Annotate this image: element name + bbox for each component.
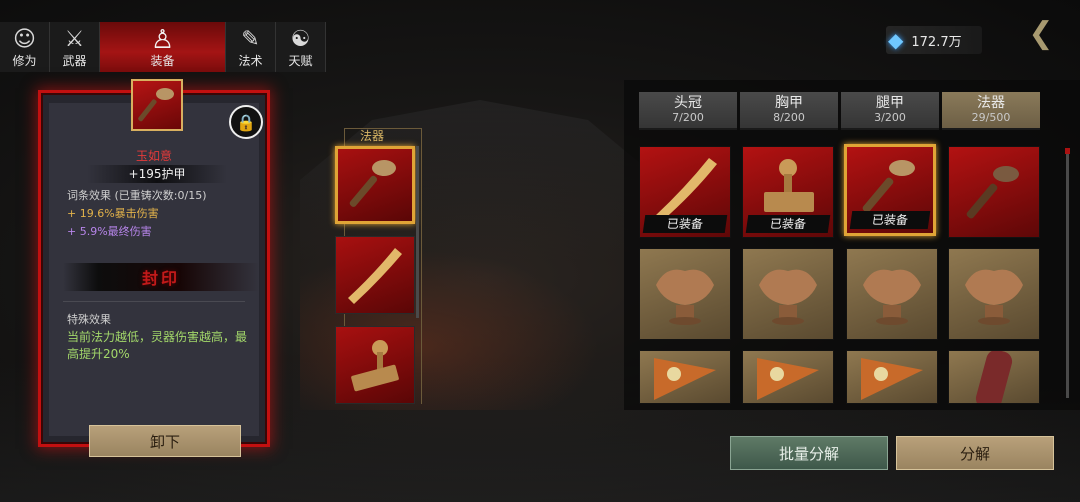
talisman-blade-icon — [975, 351, 1013, 403]
inventory-item-ruyi[interactable] — [948, 146, 1040, 238]
affix-final-damage: + 5.9%最终伤害 — [67, 225, 152, 238]
scrollbar-thumb[interactable] — [1065, 148, 1070, 154]
bagua-flag-icon — [861, 358, 923, 400]
category-tab-chest[interactable]: 胸甲 8/200 — [740, 92, 838, 130]
currency-amount: 172.7万 — [911, 34, 962, 50]
category-name: 腿甲 — [876, 95, 904, 111]
robe-icon: ♙ — [150, 25, 175, 55]
tab-label: 武器 — [62, 54, 87, 68]
lotus-censer-icon — [656, 269, 714, 325]
lock-icon: 🔒 — [236, 112, 256, 132]
taiji-icon: ☯ — [290, 27, 311, 52]
tab-label: 修为 — [12, 54, 37, 68]
tab-label: 天赋 — [288, 54, 313, 68]
inventory-item-ruler[interactable]: 已装备 — [639, 146, 731, 238]
scroll-icon: ✎ — [241, 27, 260, 52]
ruyi-scepter-icon — [966, 166, 1019, 219]
equipped-slot-seal[interactable] — [335, 326, 415, 404]
category-count: 7/200 — [672, 111, 704, 124]
decompose-button[interactable]: 分解 — [896, 436, 1054, 470]
bagua-flag-icon — [757, 358, 819, 400]
main-tab-bar: ☺ 修为 ⚔ 武器 ♙ 装备 ✎ 法术 ☯ 天赋 — [0, 22, 326, 72]
spirit-crystal-icon: ◆ — [888, 28, 904, 52]
inventory-item-lotus-censer[interactable] — [948, 248, 1040, 340]
affix-title: 词条效果 (已重铸次数:0/15) — [67, 189, 207, 202]
lotus-censer-icon — [863, 269, 921, 325]
equipped-tag: 已装备 — [642, 215, 728, 233]
batch-decompose-button[interactable]: 批量分解 — [730, 436, 888, 470]
seal-banner: 封印 — [63, 263, 259, 291]
inventory-scrollbar[interactable] — [1065, 148, 1070, 398]
equipped-slot-ruler[interactable] — [335, 236, 415, 314]
inventory-item-bagua-flag[interactable] — [742, 350, 834, 404]
bagua-flag-icon — [654, 358, 716, 400]
unequip-button[interactable]: 卸下 — [89, 425, 241, 457]
category-name: 法器 — [977, 95, 1005, 111]
equipped-slot-ruyi[interactable] — [335, 146, 415, 224]
slot-column-scrollbar[interactable] — [416, 146, 419, 318]
cultivator-icon: ☺ — [13, 27, 36, 52]
category-count: 29/500 — [971, 111, 1011, 124]
inventory-item-lotus-censer[interactable] — [846, 248, 938, 340]
inventory-item-lotus-censer[interactable] — [639, 248, 731, 340]
slot-column-title: 法器 — [360, 129, 385, 143]
inventory-item-bagua-flag[interactable] — [846, 350, 938, 404]
special-effect-desc: 当前法力越低，灵器伤害越高，最高提升20% — [67, 330, 248, 361]
divider — [63, 301, 245, 302]
chevron-left-icon: ❮ — [1028, 15, 1054, 51]
affix-crit-damage: + 19.6%暴击伤害 — [67, 207, 159, 220]
currency-display: ◆ 172.7万 — [886, 26, 982, 54]
equipped-tag: 已装备 — [849, 211, 931, 229]
special-effect-title: 特殊效果 — [67, 313, 111, 326]
lotus-censer-icon — [759, 269, 817, 325]
category-count: 3/200 — [874, 111, 906, 124]
category-tab-artifact[interactable]: 法器 29/500 — [942, 92, 1040, 130]
tab-equipment[interactable]: ♙ 装备 — [100, 22, 226, 72]
tab-weapon[interactable]: ⚔ 武器 — [50, 22, 100, 72]
tab-label: 装备 — [150, 54, 175, 68]
category-count: 8/200 — [773, 111, 805, 124]
inventory-item-seal[interactable]: 已装备 — [742, 146, 834, 238]
back-button[interactable]: ❮ — [1022, 14, 1060, 52]
ruyi-scepter-icon — [138, 88, 174, 122]
lock-button[interactable]: 🔒 — [229, 105, 263, 139]
category-name: 头冠 — [674, 95, 702, 111]
sword-icon: ⚔ — [64, 27, 85, 52]
inventory-item-ruyi-selected[interactable]: 已装备 — [844, 144, 936, 236]
category-tab-crown[interactable]: 头冠 7/200 — [639, 92, 737, 130]
item-main-stat: +195护甲 — [87, 165, 227, 183]
category-name: 胸甲 — [775, 95, 803, 111]
item-detail-body: 玉如意 +195护甲 词条效果 (已重铸次数:0/15) + 19.6%暴击伤害… — [49, 103, 259, 457]
lotus-censer-icon — [965, 269, 1023, 325]
seal-stamp-icon — [351, 340, 399, 392]
item-name: 玉如意 — [135, 149, 172, 163]
ruyi-scepter-icon — [349, 160, 396, 207]
inventory-item-lotus-censer[interactable] — [742, 248, 834, 340]
seal-label: 封印 — [141, 269, 180, 288]
item-icon — [131, 79, 183, 131]
tab-talent[interactable]: ☯ 天赋 — [276, 22, 326, 72]
tab-label: 法术 — [238, 54, 263, 68]
item-detail-card: 玉如意 +195护甲 词条效果 (已重铸次数:0/15) + 19.6%暴击伤害… — [38, 79, 270, 457]
category-tab-legs[interactable]: 腿甲 3/200 — [841, 92, 939, 130]
tab-spell[interactable]: ✎ 法术 — [226, 22, 276, 72]
inventory-item-bagua-flag[interactable] — [639, 350, 731, 404]
inventory-item-talisman-blade[interactable] — [948, 350, 1040, 404]
equipped-tag: 已装备 — [745, 215, 831, 233]
tab-cultivation[interactable]: ☺ 修为 — [0, 22, 50, 72]
bamboo-ruler-icon — [348, 248, 402, 304]
